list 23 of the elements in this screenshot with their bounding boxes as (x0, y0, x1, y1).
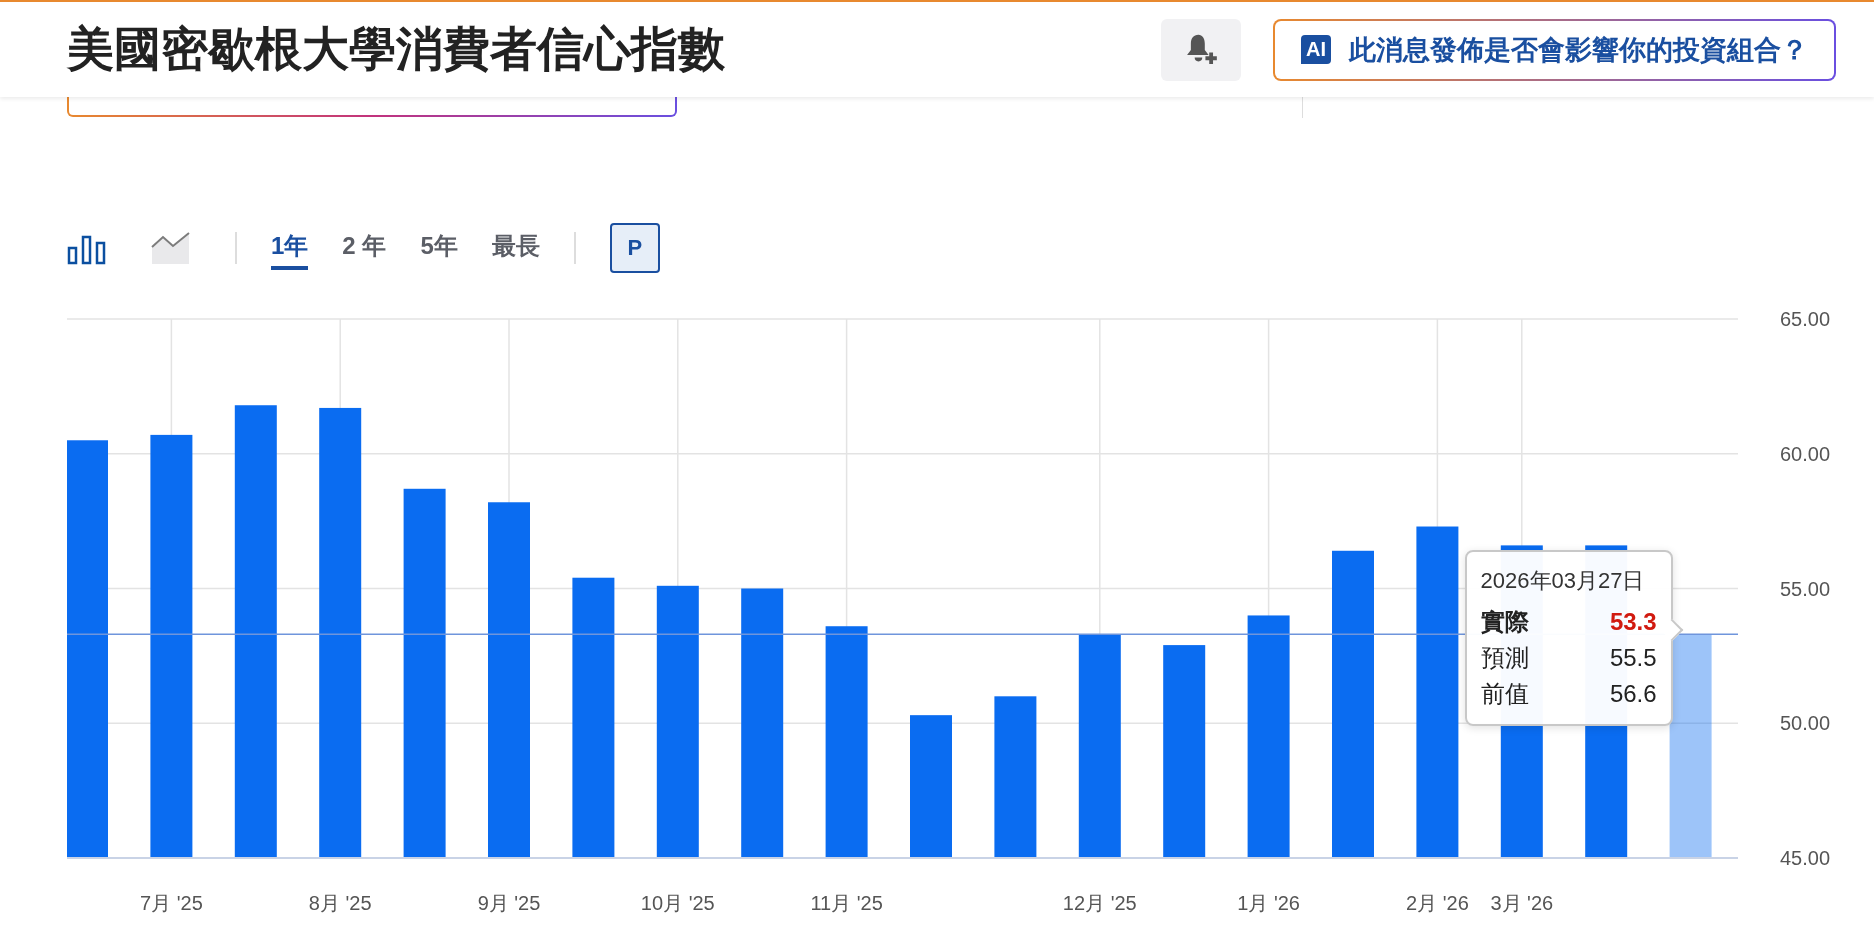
tooltip-label: 預測 (1480, 643, 1529, 674)
y-axis-label: 60.00 (1780, 442, 1831, 465)
y-axis-label: 55.00 (1780, 577, 1831, 600)
x-axis-label: 12月 '25 (1062, 892, 1137, 914)
y-axis-label: 45.00 (1780, 847, 1831, 869)
x-axis-label: 1月 '26 (1237, 892, 1300, 914)
x-axis-label: 8月 '25 (308, 892, 372, 914)
ai-badge-icon: AI (1301, 35, 1331, 64)
y-axis-label: 50.00 (1780, 712, 1831, 735)
tooltip-value: 53.3 (1609, 607, 1657, 638)
x-axis-label: 3月 '26 (1490, 892, 1554, 914)
page-title: 美國密歇根大學消費者信心指數 (67, 21, 725, 77)
x-axis-label: 7月 '25 (140, 892, 203, 914)
tooltip-label: 實際 (1480, 607, 1529, 638)
x-axis-label: 10月 '25 (640, 892, 715, 914)
tooltip-value: 55.5 (1609, 643, 1657, 674)
x-axis-label: 2月 '26 (1406, 892, 1469, 914)
x-axis-label: 9月 '25 (477, 892, 541, 914)
y-axis-label: 65.00 (1780, 308, 1831, 330)
tooltip-label: 前值 (1480, 679, 1529, 710)
x-axis-label: 11月 '25 (810, 892, 883, 914)
tooltip-value: 56.6 (1609, 679, 1657, 710)
tooltip-date: 2026年03月27日 (1480, 567, 1646, 596)
